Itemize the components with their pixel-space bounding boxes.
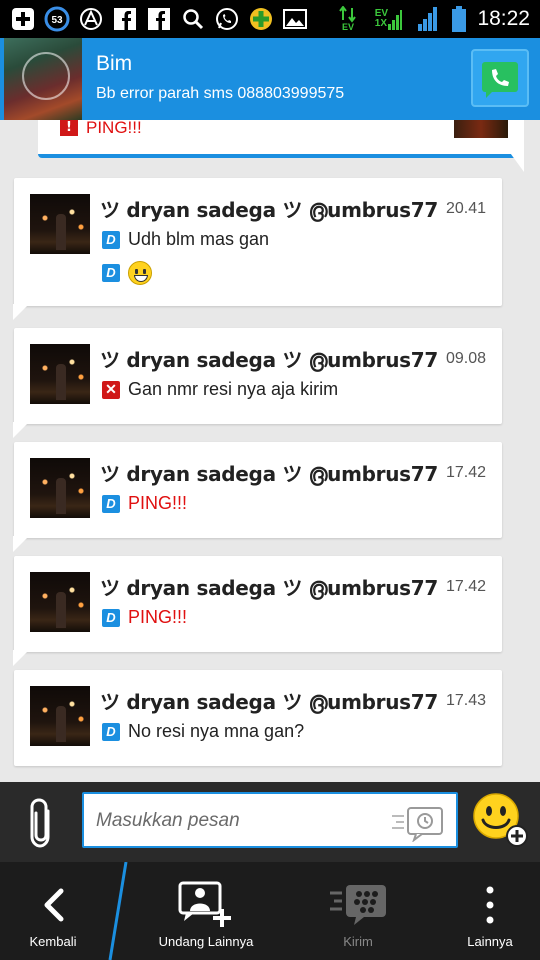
message-line: D PING!!!: [102, 607, 187, 628]
error-icon: !: [60, 120, 78, 136]
message-line: D Udh blm mas gan: [102, 229, 269, 250]
message-composer: [0, 782, 540, 862]
message-card[interactable]: ツ dryan sadega ツ ൫umbrus77 17.43 D No re…: [14, 670, 502, 766]
signal-strength-icon: [415, 6, 441, 32]
paperclip-icon: [30, 798, 50, 848]
message-time: 17.42: [445, 578, 486, 595]
bubble-tail: [13, 536, 29, 552]
chat-title[interactable]: Bim: [96, 52, 132, 76]
chevron-left-icon: [44, 888, 64, 922]
image-thumbnail: [454, 120, 508, 138]
battery-icon: [451, 6, 467, 32]
status-bar: 53 EV EV 1X 18:22: [0, 0, 540, 38]
delivered-icon: D: [102, 722, 120, 741]
facebook-icon: [112, 6, 138, 32]
back-button[interactable]: Kembali: [0, 862, 106, 960]
signal-ev-icon: EV 1X: [371, 6, 405, 32]
delivered-icon: D: [102, 264, 120, 282]
message-line: ✕ Gan nmr resi nya aja kirim: [102, 379, 338, 400]
sender-avatar[interactable]: [30, 194, 90, 254]
data-transfer-icon: EV: [335, 6, 361, 32]
search-icon: [180, 6, 206, 32]
bubble-tail: [13, 650, 29, 666]
sender-name: ツ dryan sadega ツ ൫umbrus77: [100, 690, 439, 714]
bbm-count-icon: 53: [44, 6, 70, 32]
message-line: D: [102, 261, 152, 285]
grin-emoji-icon: [128, 261, 152, 285]
sender-avatar[interactable]: [30, 686, 90, 746]
delivered-icon: D: [102, 230, 120, 249]
chat-subtitle: Bb error parah sms 088803999575: [96, 85, 345, 102]
more-label: Lainnya: [467, 934, 513, 949]
whatsapp-icon: [214, 6, 240, 32]
bubble-tail: [508, 150, 524, 172]
message-time: 20.41: [445, 200, 486, 217]
invite-more-button[interactable]: Undang Lainnya: [140, 862, 272, 960]
ping-text: PING!!!: [86, 118, 142, 137]
gallery-icon: [282, 6, 308, 32]
delivered-icon: D: [102, 494, 120, 513]
message-input-box[interactable]: [82, 792, 458, 848]
bbm-send-icon: [330, 885, 386, 925]
message-time: 17.42: [445, 464, 486, 481]
message-text: PING!!!: [128, 607, 188, 627]
failed-icon: ✕: [102, 380, 120, 399]
message-card[interactable]: ツ dryan sadega ツ ൫umbrus77 20.41 D Udh b…: [13, 178, 502, 320]
more-vertical-icon: [486, 886, 494, 924]
notification-icons: 53: [10, 5, 308, 33]
message-time: 09.08: [445, 350, 486, 367]
plus-badge-icon: [248, 6, 274, 32]
add-notification-icon: [10, 6, 36, 32]
attach-button[interactable]: [22, 796, 60, 850]
more-button[interactable]: Lainnya: [440, 862, 540, 960]
message-time: 17.43: [445, 692, 486, 709]
sender-name: ツ dryan sadega ツ ൫umbrus77: [100, 576, 439, 600]
notification-count: 53: [51, 15, 63, 26]
delivered-icon: D: [102, 608, 120, 627]
avast-icon: [78, 6, 104, 32]
send-button[interactable]: Kirim: [310, 862, 406, 960]
message-input[interactable]: [96, 806, 386, 836]
message-card[interactable]: ツ dryan sadega ツ ൫umbrus77 17.42 D PING!…: [13, 556, 502, 666]
chat-header: Bim Bb error parah sms 088803999575: [0, 38, 540, 120]
message-card[interactable]: ツ dryan sadega ツ ൫umbrus77 09.08 ✕ Gan n…: [13, 328, 502, 438]
phone-icon: [482, 62, 518, 98]
own-message-partial[interactable]: ! PING!!!: [38, 118, 524, 158]
message-text: No resi nya mna gan?: [128, 721, 305, 741]
bubble-tail: [13, 304, 29, 320]
bottom-action-bar: Kembali Undang Lainnya Kirim Lainnya: [0, 862, 540, 960]
message-line: D PING!!!: [102, 493, 187, 514]
back-label: Kembali: [29, 934, 77, 949]
message-text: Gan nmr resi nya aja kirim: [128, 379, 339, 399]
network-label-3: 1X: [374, 18, 387, 29]
message-text: Udh blm mas gan: [128, 229, 270, 249]
sender-name: ツ dryan sadega ツ ൫umbrus77: [100, 348, 439, 372]
message-card[interactable]: ツ dryan sadega ツ ൫umbrus77 17.42 D PING!…: [13, 442, 502, 552]
smiley-add-icon: [473, 793, 528, 847]
message-line: D No resi nya mna gan?: [102, 721, 304, 742]
invite-contact-icon: [178, 881, 231, 927]
contact-avatar[interactable]: [4, 38, 82, 120]
invite-more-label: Undang Lainnya: [158, 934, 254, 949]
sender-avatar[interactable]: [30, 458, 90, 518]
message-text: PING!!!: [128, 493, 188, 513]
status-right: EV EV 1X 18:22: [335, 4, 530, 34]
network-label-1: EV: [342, 22, 354, 32]
facebook-icon-2: [146, 6, 172, 32]
call-button[interactable]: [471, 49, 529, 107]
sender-name: ツ dryan sadega ツ ൫umbrus77: [100, 462, 439, 486]
send-label: Kirim: [343, 934, 373, 949]
bubble-tail: [13, 422, 29, 438]
sender-name: ツ dryan sadega ツ ൫umbrus77: [100, 198, 439, 222]
divider: [108, 862, 128, 960]
sender-avatar[interactable]: [30, 344, 90, 404]
clock: 18:22: [477, 7, 530, 30]
emoji-button[interactable]: [472, 792, 528, 848]
sender-avatar[interactable]: [30, 572, 90, 632]
voice-note-icon[interactable]: [390, 802, 446, 842]
